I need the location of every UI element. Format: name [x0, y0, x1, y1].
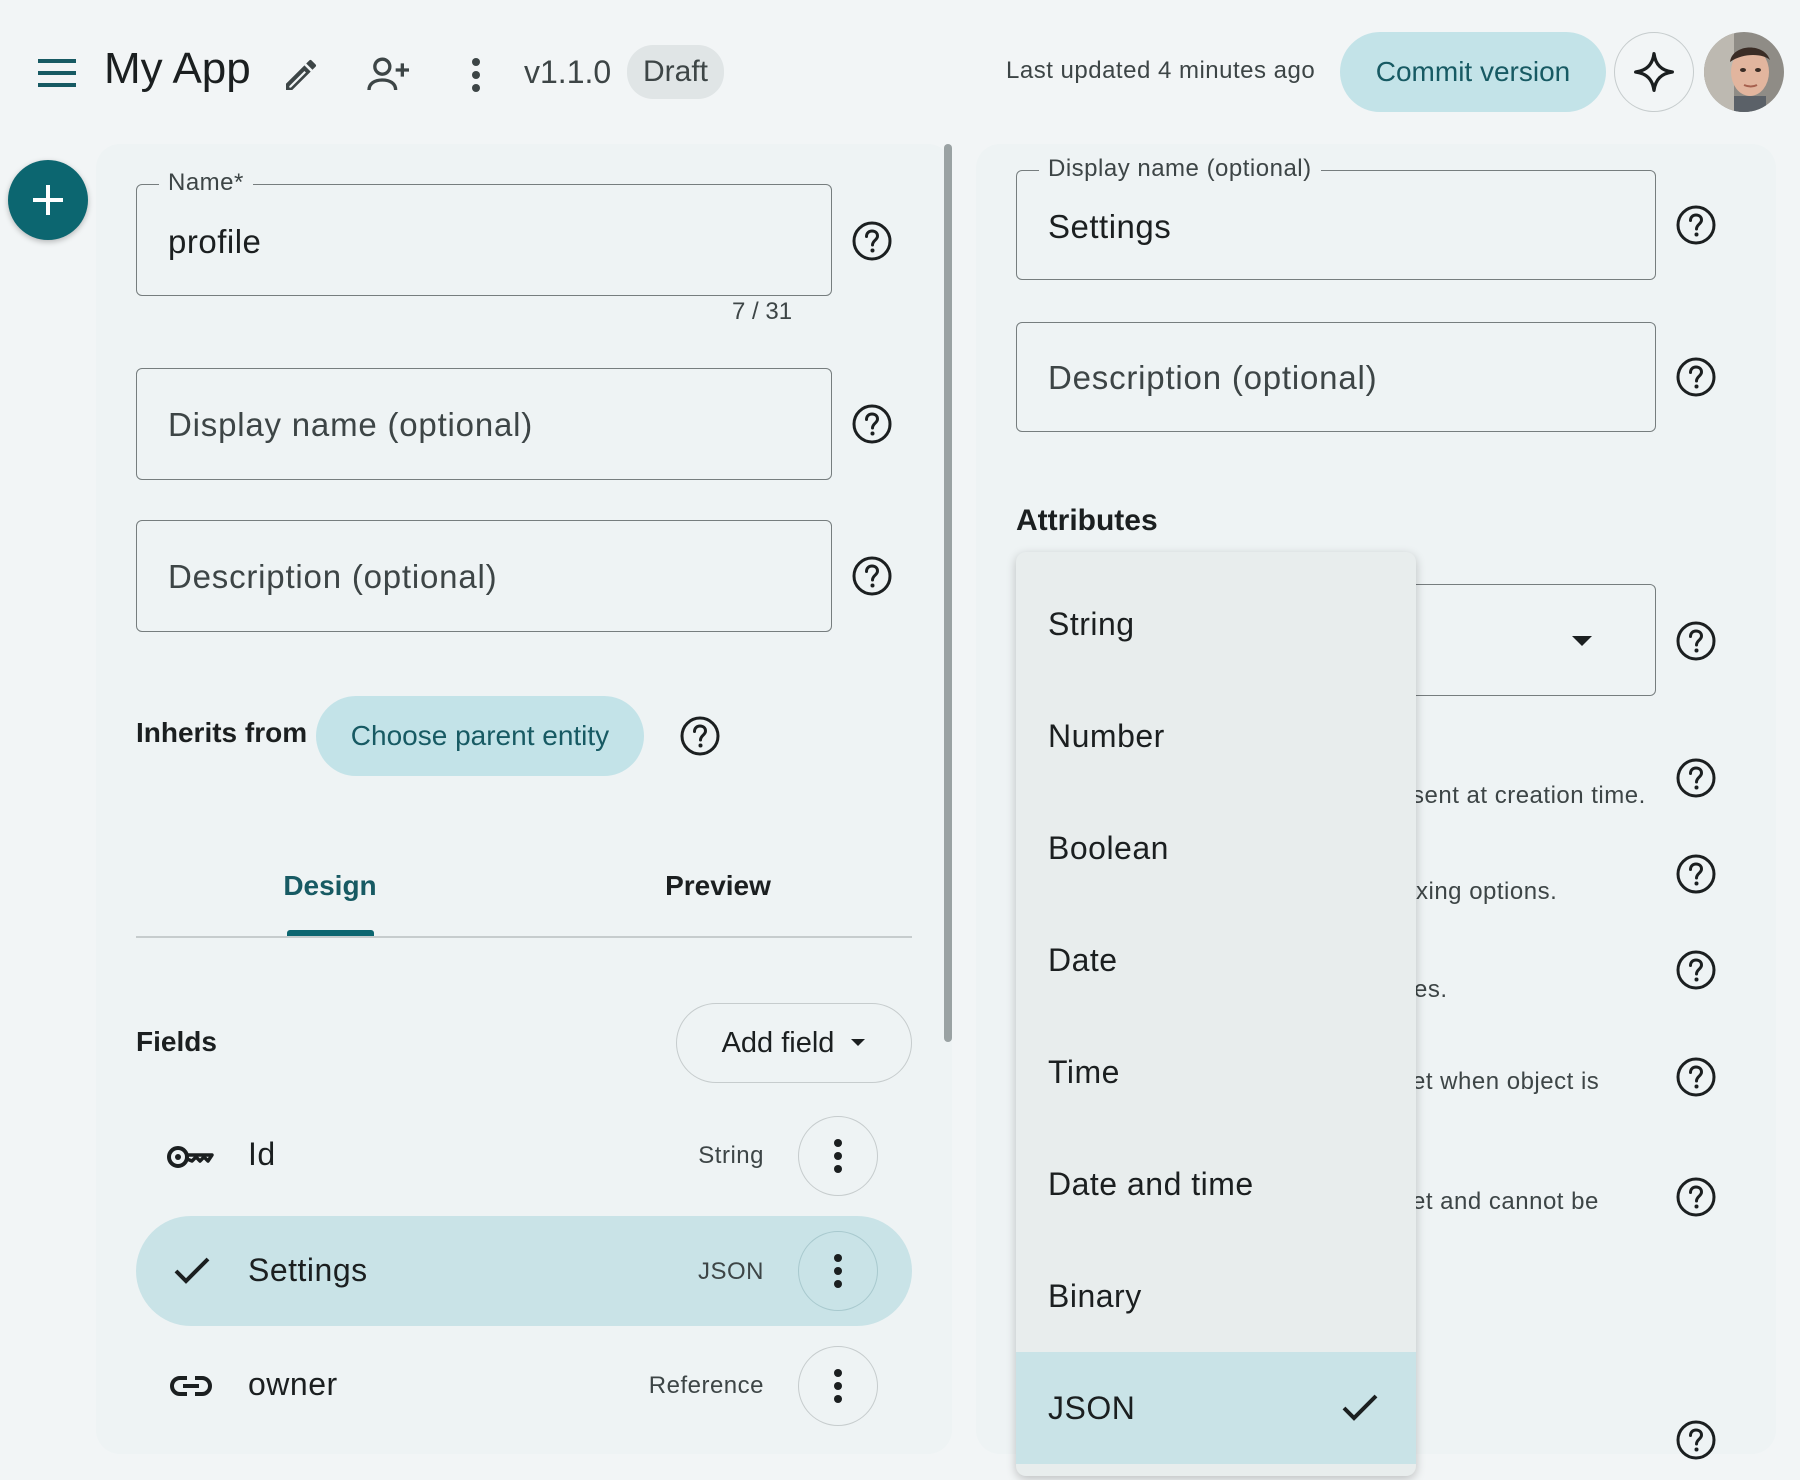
tab-design[interactable]: Design: [136, 870, 524, 902]
dropdown-arrow-icon: [851, 1039, 866, 1046]
edit-icon[interactable]: [276, 50, 326, 100]
menu-item-number[interactable]: Number: [1016, 680, 1416, 792]
field-type: String: [698, 1142, 764, 1169]
check-icon: [1342, 1394, 1378, 1421]
description-field[interactable]: Description (optional): [136, 520, 832, 632]
key-icon: [167, 1146, 214, 1168]
field-row-settings[interactable]: Settings JSON: [136, 1216, 912, 1326]
menu-item-string[interactable]: String: [1016, 568, 1416, 680]
dropdown-arrow-icon: [1572, 636, 1592, 646]
field-type: Reference: [648, 1372, 764, 1399]
attribute-hint: sent at creation time.: [1412, 782, 1646, 809]
add-field-button[interactable]: Add field: [676, 1003, 912, 1083]
field-name: Settings: [248, 1252, 368, 1288]
help-icon[interactable]: [852, 404, 892, 444]
last-updated-text: Last updated 4 minutes ago: [1006, 57, 1316, 84]
help-icon[interactable]: [1676, 758, 1716, 798]
field-name: owner: [248, 1366, 338, 1402]
field-row-owner[interactable]: owner Reference: [136, 1342, 912, 1430]
menu-item-date-and-time[interactable]: Date and time: [1016, 1128, 1416, 1240]
choose-parent-entity-button[interactable]: Choose parent entity: [316, 696, 644, 776]
more-vert-icon[interactable]: [454, 48, 498, 102]
add-user-icon[interactable]: [362, 48, 416, 102]
attribute-hint: es.: [1414, 976, 1448, 1003]
help-icon[interactable]: [1676, 1420, 1716, 1460]
sparkle-icon: [1634, 52, 1674, 92]
more-vert-icon: [834, 1139, 842, 1173]
name-field-label: Name*: [159, 169, 253, 197]
field-menu-button[interactable]: [798, 1116, 878, 1196]
menu-item-json-label: JSON: [1048, 1389, 1136, 1426]
field-type: JSON: [697, 1258, 764, 1285]
help-icon[interactable]: [1676, 950, 1716, 990]
menu-item-time[interactable]: Time: [1016, 1016, 1416, 1128]
display-name-placeholder: Display name (optional): [168, 406, 534, 443]
menu-item-boolean[interactable]: Boolean: [1016, 792, 1416, 904]
avatar[interactable]: [1704, 32, 1784, 112]
name-field-value: profile: [168, 223, 262, 260]
help-icon[interactable]: [680, 716, 720, 756]
help-icon[interactable]: [1676, 854, 1716, 894]
link-icon: [170, 1376, 212, 1396]
description-placeholder: Description (optional): [168, 558, 498, 595]
field-display-name-label: Display name (optional): [1039, 155, 1321, 183]
panel-scrollbar[interactable]: [944, 144, 952, 1042]
name-char-counter: 7 / 31: [732, 298, 793, 325]
app-title: My App: [104, 44, 251, 93]
menu-icon[interactable]: [32, 48, 82, 98]
check-icon: [174, 1257, 210, 1284]
attribute-hint: et when object is: [1412, 1068, 1600, 1095]
field-display-name-input[interactable]: Display name (optional) Settings: [1016, 155, 1656, 280]
display-name-field[interactable]: Display name (optional): [136, 368, 832, 480]
field-name: Id: [248, 1136, 276, 1172]
help-icon[interactable]: [1676, 1177, 1716, 1217]
help-icon[interactable]: [852, 556, 892, 596]
menu-item-binary[interactable]: Binary: [1016, 1240, 1416, 1352]
add-entity-button[interactable]: [8, 160, 88, 240]
attribute-hint: xing options.: [1416, 878, 1558, 905]
active-tab-indicator: [287, 930, 374, 936]
help-icon[interactable]: [1676, 357, 1716, 397]
version-label: v1.1.0: [524, 54, 612, 90]
attribute-hint: et and cannot be: [1412, 1188, 1599, 1215]
inherits-from-label: Inherits from: [136, 717, 308, 748]
more-vert-icon: [834, 1254, 842, 1288]
name-field[interactable]: Name* profile: [136, 169, 832, 296]
field-description-input[interactable]: Description (optional): [1016, 322, 1656, 432]
tab-divider: [136, 936, 912, 938]
help-icon[interactable]: [1676, 205, 1716, 245]
field-menu-button[interactable]: [798, 1346, 878, 1426]
help-icon[interactable]: [1676, 621, 1716, 661]
help-icon[interactable]: [1676, 1057, 1716, 1097]
attributes-title: Attributes: [1016, 504, 1158, 537]
field-display-name-value: Settings: [1048, 208, 1172, 245]
field-type-menu: String Number Boolean Date Time Date and…: [1016, 552, 1416, 1476]
field-menu-button[interactable]: [798, 1231, 878, 1311]
status-badge: Draft: [627, 45, 725, 99]
add-field-label: Add field: [721, 1026, 835, 1059]
field-row-id[interactable]: Id String: [136, 1112, 912, 1200]
tab-preview[interactable]: Preview: [524, 870, 912, 902]
field-description-placeholder: Description (optional): [1048, 359, 1378, 396]
fields-title: Fields: [136, 1026, 217, 1057]
help-icon[interactable]: [852, 221, 892, 261]
menu-item-date[interactable]: Date: [1016, 904, 1416, 1016]
menu-item-json[interactable]: JSON: [1016, 1352, 1416, 1464]
plus-icon: [33, 185, 63, 215]
sparkle-button[interactable]: [1614, 32, 1694, 112]
more-vert-icon: [834, 1369, 842, 1403]
commit-version-button[interactable]: Commit version: [1340, 32, 1606, 112]
